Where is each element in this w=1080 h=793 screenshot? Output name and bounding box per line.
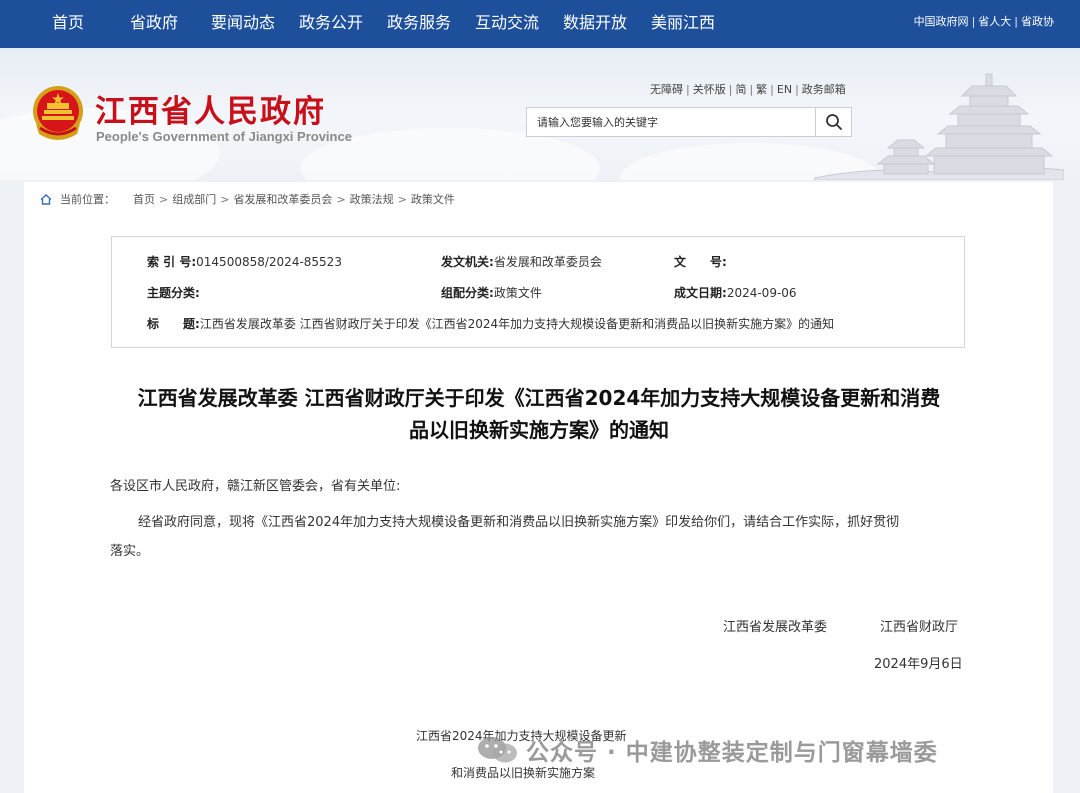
site-title[interactable]: 江西省人民政府 bbox=[95, 86, 326, 131]
link-english[interactable]: EN bbox=[777, 83, 792, 96]
site-header: 江西省人民政府 People's Government of Jiangxi P… bbox=[0, 48, 1080, 180]
link-provincial-cppcc[interactable]: 省政协 bbox=[1021, 15, 1054, 28]
meta-issuer-value: 省发展和改革委员会 bbox=[493, 255, 602, 269]
breadcrumb-policies[interactable]: 政策法规 bbox=[350, 191, 394, 207]
home-icon bbox=[40, 193, 52, 205]
search-input[interactable] bbox=[527, 108, 815, 136]
wechat-icon bbox=[478, 737, 517, 763]
divider: | bbox=[686, 83, 690, 96]
meta-date: 成文日期:2024-09-06 bbox=[674, 284, 797, 301]
chevron-right-icon: > bbox=[220, 192, 230, 206]
chevron-right-icon: > bbox=[397, 192, 407, 206]
nav-item-beautiful-jiangxi[interactable]: 美丽江西 bbox=[651, 0, 715, 48]
breadcrumb-ndrc[interactable]: 省发展和改革委员会 bbox=[233, 191, 332, 207]
meta-topic: 主题分类: bbox=[147, 284, 200, 301]
nav-item-interaction[interactable]: 互动交流 bbox=[475, 0, 539, 48]
link-traditional[interactable]: 繁 bbox=[756, 83, 767, 96]
wechat-watermark: 公众号 · 中建协整装定制与门窗幕墙委 bbox=[476, 733, 938, 767]
document-title-line: 品以旧换新实施方案》的通知 bbox=[409, 418, 669, 442]
meta-title: 标 题:江西省发展改革委 江西省财政厅关于印发《江西省2024年加力支持大规模设… bbox=[147, 315, 834, 332]
divider: | bbox=[749, 83, 754, 96]
divider: | bbox=[971, 15, 976, 28]
link-simplified[interactable]: 简 bbox=[735, 83, 746, 96]
breadcrumb: 当前位置： 首页 > 组成部门 > 省发展和改革委员会 > 政策法规 > 政策文件 bbox=[40, 191, 455, 207]
divider: | bbox=[728, 83, 733, 96]
breadcrumb-home[interactable]: 首页 bbox=[133, 191, 155, 207]
meta-date-label: 成文日期: bbox=[674, 286, 727, 300]
divider: | bbox=[770, 83, 774, 96]
meta-category: 组配分类:政策文件 bbox=[441, 284, 542, 301]
content-panel: 当前位置： 首页 > 组成部门 > 省发展和改革委员会 > 政策法规 > 政策文件 索 … bbox=[24, 182, 1053, 793]
meta-doc-number: 文 号: bbox=[674, 253, 727, 270]
document-title-line: 江西省发展改革委 江西省财政厅关于印发《江西省2024年加力支持大规模设备更新和… bbox=[137, 386, 941, 410]
link-care-mode[interactable]: 关怀版 bbox=[693, 83, 726, 96]
document-body-line: 经省政府同意，现将《江西省2024年加力支持大规模设备更新和消费品以旧换新实施方… bbox=[138, 515, 900, 530]
meta-topic-label: 主题分类: bbox=[147, 286, 200, 300]
chevron-right-icon: > bbox=[336, 192, 346, 206]
signer-ndrc: 江西省发展改革委 bbox=[723, 620, 828, 635]
meta-category-value: 政策文件 bbox=[493, 286, 542, 300]
watermark-text: 公众号 · 中建协整装定制与门窗幕墙委 bbox=[526, 740, 938, 766]
document-salutation: 各设区市人民政府，赣江新区管委会，省有关单位: bbox=[110, 479, 401, 494]
meta-docno-label: 文 号: bbox=[674, 255, 727, 269]
national-emblem-icon bbox=[33, 86, 83, 140]
meta-title-label: 标 题: bbox=[147, 317, 200, 331]
divider: | bbox=[795, 83, 799, 96]
divider: | bbox=[1014, 15, 1018, 28]
meta-issuer-label: 发文机关: bbox=[441, 255, 494, 269]
meta-issuer: 发文机关:省发展和改革委员会 bbox=[441, 253, 602, 270]
nav-item-news[interactable]: 要闻动态 bbox=[211, 0, 275, 48]
link-accessibility[interactable]: 无障碍 bbox=[650, 83, 683, 96]
signer-finance-dept: 江西省财政厅 bbox=[880, 620, 959, 635]
tengwang-pavilion-illustration bbox=[814, 73, 1064, 180]
breadcrumb-label: 当前位置： bbox=[60, 193, 115, 206]
document-metadata-box: 索 引 号:014500858/2024-85523 发文机关:省发展和改革委员… bbox=[111, 236, 965, 348]
breadcrumb-departments[interactable]: 组成部门 bbox=[172, 191, 216, 207]
nav-item-gov-affairs-open[interactable]: 政务公开 bbox=[299, 0, 363, 48]
top-nav-bar: 首页 省政府 要闻动态 政务公开 政务服务 互动交流 数据开放 美丽江西 中国政… bbox=[0, 0, 1080, 48]
search-box bbox=[526, 107, 852, 137]
top-right-links: 中国政府网 | 省人大 | 省政协 bbox=[914, 0, 1054, 48]
meta-date-value: 2024-09-06 bbox=[726, 286, 797, 300]
link-provincial-npc[interactable]: 省人大 bbox=[978, 15, 1011, 28]
breadcrumb-policy-docs[interactable]: 政策文件 bbox=[411, 191, 455, 207]
chevron-right-icon: > bbox=[159, 192, 169, 206]
nav-item-home[interactable]: 首页 bbox=[52, 0, 84, 48]
link-china-gov[interactable]: 中国政府网 bbox=[914, 15, 969, 28]
signing-date: 2024年9月6日 bbox=[874, 657, 963, 672]
nav-item-open-data[interactable]: 数据开放 bbox=[563, 0, 627, 48]
meta-index-value: 014500858/2024-85523 bbox=[196, 255, 342, 269]
site-subtitle: People's Government of Jiangxi Province bbox=[96, 129, 352, 144]
meta-title-value: 江西省发展改革委 江西省财政厅关于印发《江西省2024年加力支持大规模设备更新和… bbox=[199, 317, 835, 331]
nav-item-provincial-gov[interactable]: 省政府 bbox=[130, 0, 178, 48]
meta-category-label: 组配分类: bbox=[441, 286, 494, 300]
document-title: 江西省发展改革委 江西省财政厅关于印发《江西省2024年加力支持大规模设备更新和… bbox=[104, 382, 974, 446]
document-body-line: 落实。 bbox=[110, 544, 150, 559]
meta-index-label: 索 引 号: bbox=[147, 255, 197, 269]
meta-index-number: 索 引 号:014500858/2024-85523 bbox=[147, 253, 342, 270]
nav-item-gov-services[interactable]: 政务服务 bbox=[387, 0, 451, 48]
